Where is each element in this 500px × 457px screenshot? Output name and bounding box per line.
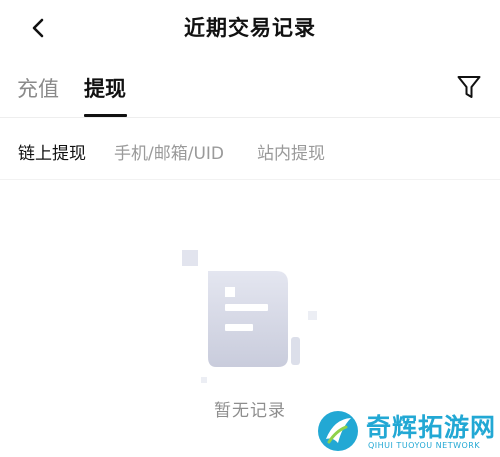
subtab-phone-email-uid[interactable]: 手机/邮箱/UID — [114, 139, 224, 164]
tab-deposit[interactable]: 充值 — [17, 73, 59, 103]
document-empty-icon — [182, 250, 317, 383]
subtab-internal-transfer[interactable]: 站内提现 — [257, 139, 325, 164]
watermark-subtitle: QIHUI TUOYOU NETWORK — [368, 441, 481, 450]
watermark: 奇辉拓游网 QIHUI TUOYOU NETWORK — [312, 408, 500, 457]
type-tabs: 充值 提现 — [0, 56, 500, 118]
subtab-onchain-withdraw[interactable]: 链上提现 — [18, 139, 86, 164]
filter-funnel-icon — [457, 76, 481, 98]
active-tab-indicator — [84, 114, 127, 117]
header-bar: 近期交易记录 — [0, 0, 500, 56]
tab-withdraw[interactable]: 提现 — [84, 73, 126, 103]
withdraw-method-tabs: 链上提现 手机/邮箱/UID 站内提现 — [0, 118, 500, 180]
watermark-logo-icon — [318, 411, 358, 451]
filter-button[interactable] — [454, 72, 484, 102]
watermark-name: 奇辉拓游网 — [366, 413, 497, 442]
page-title: 近期交易记录 — [184, 16, 316, 40]
